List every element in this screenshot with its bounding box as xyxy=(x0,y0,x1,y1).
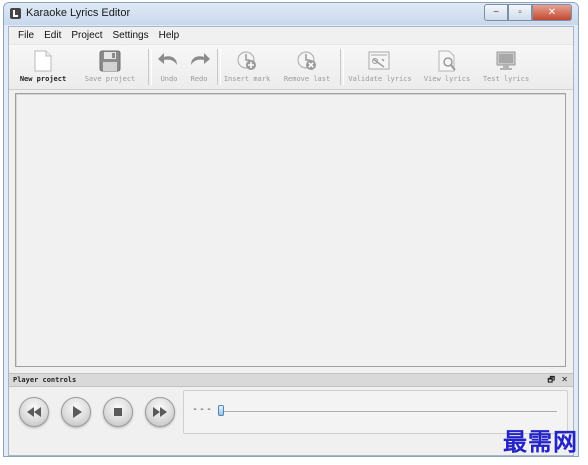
client-area: File Edit Project Settings Help New proj… xyxy=(8,26,574,456)
floppy-disk-icon xyxy=(99,50,121,72)
maximize-button[interactable]: ▫ xyxy=(508,4,532,21)
validate-lyrics-icon xyxy=(368,51,390,70)
save-project-label: Save project xyxy=(84,75,136,83)
minimize-button[interactable]: − xyxy=(484,4,508,21)
redo-arrow-icon xyxy=(191,53,210,65)
player-controls-title: Player controls xyxy=(13,376,77,384)
player-controls-panel: --- xyxy=(9,387,573,453)
window-title: Karaoke Lyrics Editor xyxy=(26,7,131,19)
test-lyrics-monitor-icon xyxy=(496,51,516,70)
menu-project[interactable]: Project xyxy=(66,30,107,41)
insert-mark-icon xyxy=(237,51,256,70)
menu-bar: File Edit Project Settings Help xyxy=(9,27,573,44)
insert-mark-label: Insert mark xyxy=(223,75,271,83)
stop-icon xyxy=(114,408,122,416)
undo-button[interactable]: Undo xyxy=(154,45,184,89)
new-document-icon xyxy=(34,50,52,72)
view-lyrics-button[interactable]: View lyrics xyxy=(421,45,473,89)
dock-close-button[interactable]: ✕ xyxy=(561,374,568,386)
fast-forward-button[interactable] xyxy=(145,397,175,427)
redo-button[interactable]: Redo xyxy=(184,45,214,89)
remove-mark-icon xyxy=(297,51,316,70)
close-button[interactable]: ✕ xyxy=(532,4,572,21)
toolbar-separator xyxy=(148,49,152,85)
position-readout: --- xyxy=(192,404,214,415)
window-controls: − ▫ ✕ xyxy=(484,4,572,21)
fast-forward-icon xyxy=(153,407,167,417)
player-controls-titlebar[interactable]: Player controls 🗗 ✕ xyxy=(9,373,573,387)
remove-last-button[interactable]: Remove last xyxy=(279,45,335,89)
validate-lyrics-button[interactable]: Validate lyrics xyxy=(345,45,415,89)
menu-help[interactable]: Help xyxy=(154,30,185,41)
new-project-label: New project xyxy=(19,75,67,83)
test-lyrics-label: Test lyrics xyxy=(482,75,530,83)
rewind-button[interactable] xyxy=(19,397,49,427)
karaoke-note-icon xyxy=(10,8,21,19)
view-lyrics-icon xyxy=(438,50,456,72)
menu-file[interactable]: File xyxy=(13,30,39,41)
watermark-logo: 最需网 xyxy=(503,427,578,456)
view-lyrics-label: View lyrics xyxy=(423,75,471,83)
undo-arrow-icon xyxy=(158,53,177,65)
lyrics-editor[interactable] xyxy=(15,93,566,367)
position-slider-track[interactable] xyxy=(218,411,557,412)
new-project-button[interactable]: New project xyxy=(17,45,69,89)
validate-lyrics-label: Validate lyrics xyxy=(348,75,412,83)
undo-label: Undo xyxy=(160,75,178,83)
remove-last-label: Remove last xyxy=(283,75,331,83)
rewind-icon xyxy=(27,407,41,417)
redo-label: Redo xyxy=(190,75,208,83)
play-button[interactable] xyxy=(61,397,91,427)
dock-float-button[interactable]: 🗗 xyxy=(547,374,555,386)
title-bar[interactable]: Karaoke Lyrics Editor − ▫ ✕ xyxy=(4,3,578,25)
menu-settings[interactable]: Settings xyxy=(107,30,153,41)
play-icon xyxy=(73,406,82,418)
application-window: Karaoke Lyrics Editor − ▫ ✕ File Edit Pr… xyxy=(3,2,579,457)
test-lyrics-button[interactable]: Test lyrics xyxy=(479,45,533,89)
position-slider-thumb[interactable] xyxy=(218,405,224,416)
stop-button[interactable] xyxy=(103,397,133,427)
save-project-button[interactable]: Save project xyxy=(79,45,141,89)
main-toolbar: New project Save project Undo Redo Inser… xyxy=(9,44,573,90)
toolbar-separator xyxy=(340,49,344,85)
menu-edit[interactable]: Edit xyxy=(39,30,66,41)
insert-mark-button[interactable]: Insert mark xyxy=(219,45,275,89)
